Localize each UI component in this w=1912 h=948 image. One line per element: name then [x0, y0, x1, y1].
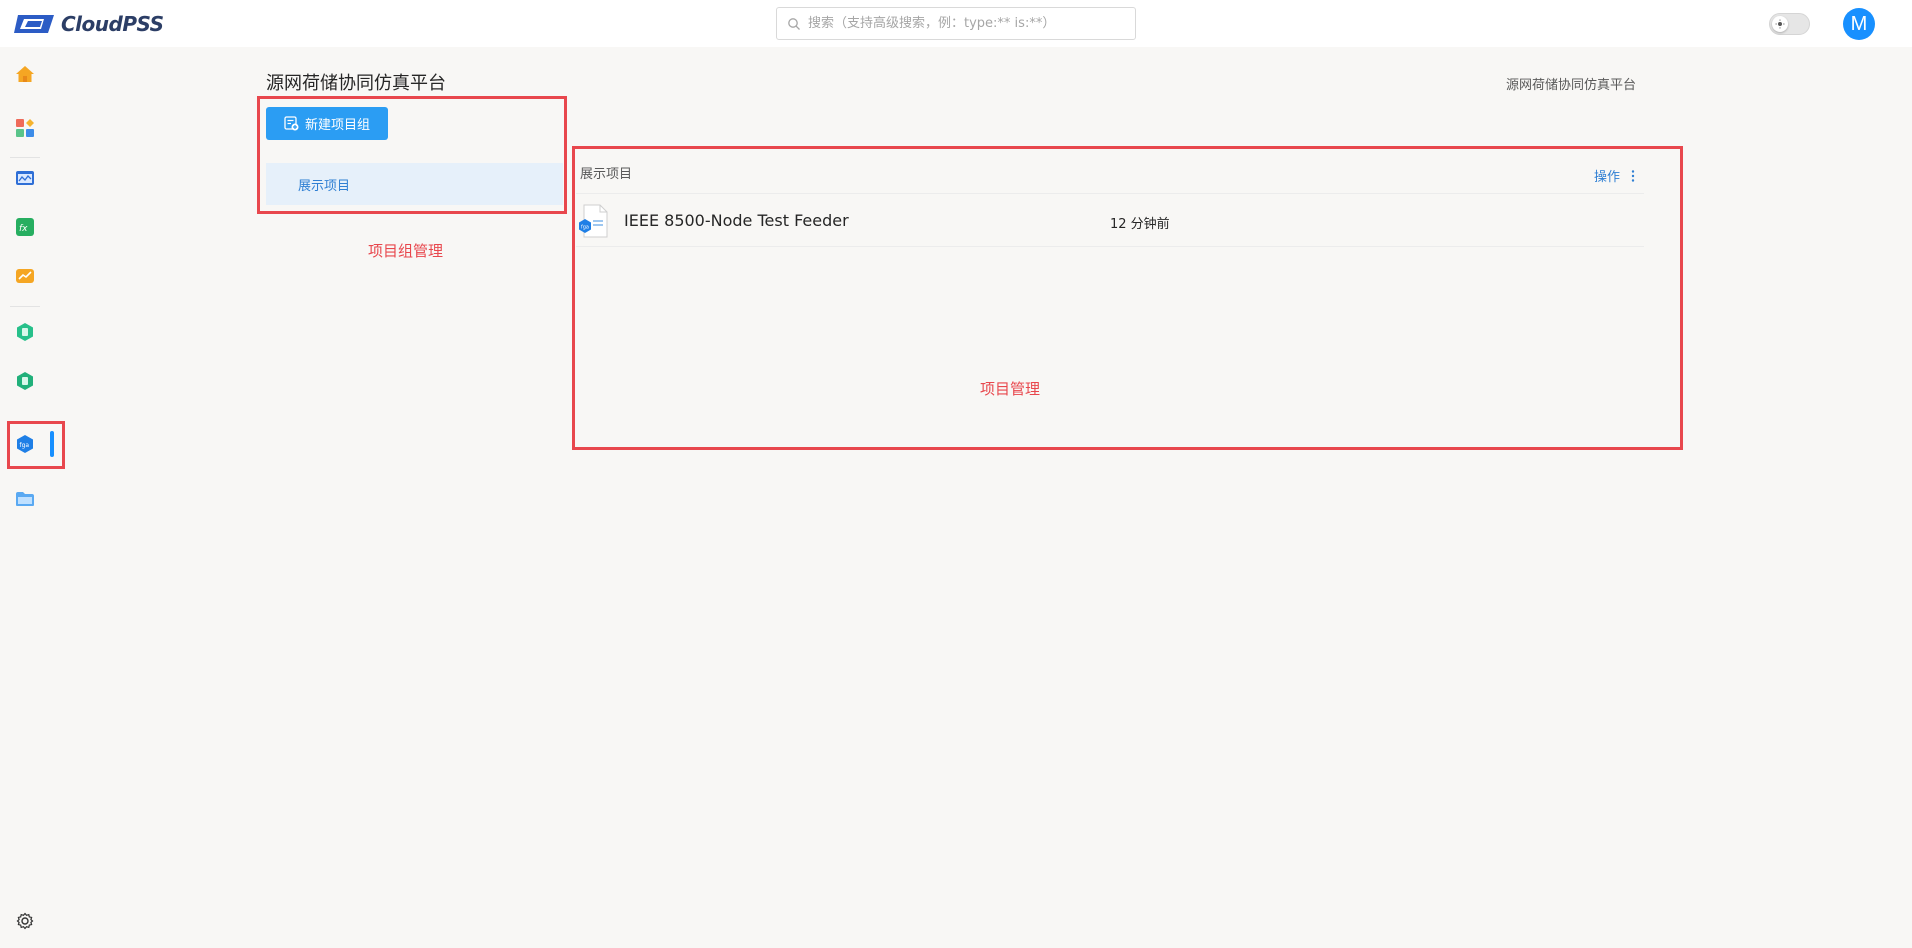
trend-icon: [16, 269, 34, 283]
search-icon: [788, 17, 800, 30]
folder-icon: [16, 492, 34, 506]
hexagon-doc-icon: [17, 323, 33, 341]
new-project-group-button[interactable]: 新建项目组: [266, 107, 388, 140]
chart-window-icon: [16, 171, 34, 185]
sidebar-divider: [10, 306, 40, 307]
home-icon: [16, 66, 34, 82]
sun-icon: [1775, 19, 1785, 29]
logo-text: CloudPSS: [61, 12, 164, 36]
panel-title: 展示项目: [580, 167, 633, 182]
sidebar-item-files[interactable]: [12, 486, 38, 512]
search-input[interactable]: [806, 15, 1126, 32]
actions-label: 操作: [1594, 170, 1621, 185]
svg-text:fga: fga: [20, 442, 30, 449]
fx-icon: fx: [16, 218, 34, 236]
project-row[interactable]: fga IEEE 8500-Node Test Feeder 12 分钟前: [576, 194, 1644, 246]
svg-text:fx: fx: [19, 224, 28, 234]
project-file-icon: fga: [579, 204, 608, 238]
svg-text:fga: fga: [581, 225, 589, 231]
apps-icon: [16, 119, 34, 137]
sidebar-item-function[interactable]: fx: [12, 214, 38, 240]
actions-menu[interactable]: 操作: [1594, 166, 1638, 185]
top-bar: CloudPSS M: [0, 0, 1912, 47]
sidebar-item-project-platform[interactable]: fga: [12, 431, 38, 457]
sidebar-divider: [10, 157, 40, 158]
project-name[interactable]: IEEE 8500-Node Test Feeder: [624, 211, 849, 230]
annotation-label-projects: 项目管理: [980, 380, 1041, 398]
breadcrumb[interactable]: 源网荷储协同仿真平台: [1506, 74, 1636, 93]
group-item-showcase[interactable]: 展示项目: [266, 163, 563, 205]
project-modified-time: 12 分钟前: [1110, 217, 1170, 232]
sidebar-active-indicator: [50, 431, 54, 457]
logo-mark-icon: [14, 15, 54, 33]
add-group-icon: [284, 116, 299, 131]
hexagon-doc-icon: [17, 372, 33, 390]
avatar[interactable]: M: [1843, 8, 1875, 40]
sidebar: fx fga: [0, 47, 54, 948]
hexagon-project-icon: fga: [17, 435, 33, 453]
annotation-label-groups: 项目组管理: [368, 242, 444, 260]
sidebar-item-module-b[interactable]: [12, 368, 38, 394]
page-title: 源网荷储协同仿真平台: [266, 73, 446, 94]
more-vertical-icon: [1631, 169, 1635, 182]
sidebar-item-apps[interactable]: [12, 115, 38, 141]
sidebar-item-simstudio[interactable]: [12, 165, 38, 191]
gear-icon[interactable]: [16, 912, 34, 930]
sidebar-item-analysis[interactable]: [12, 263, 38, 289]
row-divider: [576, 246, 1644, 247]
theme-toggle[interactable]: [1769, 13, 1810, 35]
logo[interactable]: CloudPSS: [14, 12, 164, 36]
search-box[interactable]: [776, 7, 1136, 40]
annotation-box-projects: [572, 146, 1683, 450]
sidebar-item-home[interactable]: [12, 61, 38, 87]
sidebar-item-module-a[interactable]: [12, 319, 38, 345]
theme-toggle-knob: [1772, 16, 1788, 32]
new-project-group-label: 新建项目组: [304, 118, 370, 133]
